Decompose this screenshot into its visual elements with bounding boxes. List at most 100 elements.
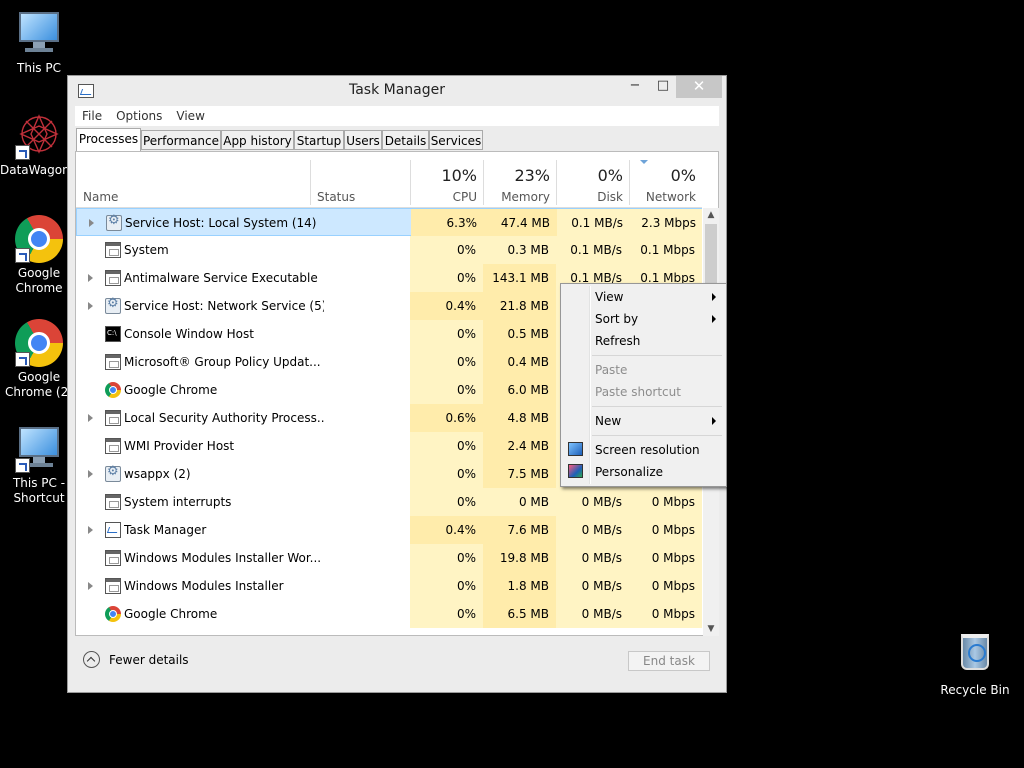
process-row[interactable]: Task Manager 0.4% 7.6 MB 0 MB/s 0 Mbps <box>76 516 702 544</box>
process-net-cell: 0 Mbps <box>629 516 702 544</box>
column-header-cpu[interactable]: 10% CPU <box>410 152 483 207</box>
process-cpu-cell: 0% <box>410 376 483 404</box>
process-disk-cell: 0 MB/s <box>556 488 629 516</box>
window-icon <box>105 242 121 258</box>
expand-arrow-icon[interactable] <box>88 302 93 310</box>
process-cpu-cell: 0% <box>410 572 483 600</box>
process-row[interactable]: System 0% 0.3 MB 0.1 MB/s 0.1 Mbps <box>76 236 702 264</box>
scroll-down-icon[interactable]: ▼ <box>703 622 719 636</box>
menu-file[interactable]: File <box>75 106 109 126</box>
menu-view[interactable]: View <box>169 106 211 126</box>
footer-bar: Fewer details End task <box>75 644 719 678</box>
expand-arrow-icon[interactable] <box>89 219 94 227</box>
gear-icon <box>105 296 121 314</box>
column-header-disk-label: Disk <box>597 190 623 204</box>
desktop-icon-label: This PC <box>17 61 61 75</box>
tab-details[interactable]: Details <box>382 130 429 150</box>
process-name-cell: Google Chrome <box>124 383 218 397</box>
process-name-cell: Google Chrome <box>124 607 218 621</box>
process-row[interactable]: System interrupts 0% 0 MB 0 MB/s 0 Mbps <box>76 488 702 516</box>
scrollbar-thumb[interactable] <box>705 224 717 286</box>
process-disk-cell: 0 MB/s <box>556 600 629 628</box>
menu-item-paste: Paste <box>563 359 724 381</box>
tab-processes[interactable]: Processes <box>76 128 141 152</box>
expand-arrow-icon[interactable] <box>88 470 93 478</box>
tab-users[interactable]: Users <box>344 130 382 150</box>
process-mem-cell: 0.5 MB <box>483 320 556 348</box>
tab-performance[interactable]: Performance <box>141 130 221 150</box>
menu-item-label: New <box>595 414 622 428</box>
process-row[interactable]: Service Host: Local System (14) 6.3%47.4 … <box>76 208 702 237</box>
column-header-status[interactable]: Status <box>310 152 410 207</box>
desktop-icon-this-pc[interactable]: This PC <box>0 10 78 76</box>
close-button[interactable]: ✕ <box>676 76 722 98</box>
process-row[interactable]: Windows Modules Installer Wor... 0% 19.8 M… <box>76 544 702 572</box>
tab-startup[interactable]: Startup <box>294 130 344 150</box>
desktop-icon-label: Recycle Bin <box>940 683 1010 697</box>
process-mem-cell: 7.6 MB <box>483 516 556 544</box>
process-cpu-cell: 0.4% <box>410 292 483 320</box>
process-cpu-cell: 0% <box>410 460 483 488</box>
fewer-details-label: Fewer details <box>109 653 189 667</box>
tab-services[interactable]: Services <box>429 130 483 150</box>
end-task-button[interactable]: End task <box>628 651 710 671</box>
expand-arrow-icon[interactable] <box>88 526 93 534</box>
column-header-network[interactable]: 0% Network <box>629 152 702 207</box>
title-bar[interactable]: Task Manager − □ ✕ <box>68 76 726 106</box>
desktop-icon-label: Google Chrome (2) <box>5 370 73 399</box>
computer-icon <box>15 10 63 58</box>
process-name-cell: Antimalware Service Executable <box>124 271 318 285</box>
menu-item-new[interactable]: New <box>563 410 724 432</box>
column-header-cpu-label: CPU <box>452 190 477 204</box>
process-net-cell: 2.3 Mbps <box>630 209 702 237</box>
process-row[interactable]: Windows Modules Installer 0% 1.8 MB 0 MB/s 0… <box>76 572 702 600</box>
desktop-icon-recycle-bin[interactable]: Recycle Bin <box>936 632 1014 698</box>
process-mem-cell: 143.1 MB <box>483 264 556 292</box>
desktop-context-menu: View Sort by Refresh Paste Paste shortcu… <box>560 283 727 487</box>
menu-item-refresh[interactable]: Refresh <box>563 330 724 352</box>
display-icon <box>568 442 583 456</box>
scroll-up-icon[interactable]: ▲ <box>703 208 719 222</box>
expand-arrow-icon[interactable] <box>88 414 93 422</box>
process-name-cell: wsappx (2) <box>124 467 191 481</box>
gear-icon <box>105 464 121 482</box>
minimize-button[interactable]: − <box>622 76 648 98</box>
network-total-percent: 0% <box>670 166 696 185</box>
process-name-cell: Task Manager <box>124 523 207 537</box>
menu-separator <box>592 355 722 356</box>
process-name-cell: Service Host: Network Service (5) <box>124 299 324 313</box>
process-mem-cell: 1.8 MB <box>483 572 556 600</box>
menu-separator <box>592 406 722 407</box>
menu-item-label: Paste shortcut <box>595 385 681 399</box>
process-cpu-cell: 0% <box>410 600 483 628</box>
process-name-cell: Console Window Host <box>124 327 254 341</box>
expand-arrow-icon[interactable] <box>88 582 93 590</box>
menu-item-personalize[interactable]: Personalize <box>563 461 724 483</box>
tab-app-history[interactable]: App history <box>221 130 294 150</box>
process-cpu-cell: 0% <box>410 544 483 572</box>
column-header-memory[interactable]: 23% Memory <box>483 152 556 207</box>
datawagon-icon <box>15 112 63 160</box>
menu-item-screen-resolution[interactable]: Screen resolution <box>563 439 724 461</box>
process-name-cell: Windows Modules Installer <box>124 579 284 593</box>
computer-icon <box>15 425 63 473</box>
menu-options[interactable]: Options <box>109 106 169 126</box>
expand-arrow-icon[interactable] <box>88 274 93 282</box>
process-net-cell: 0 Mbps <box>629 572 702 600</box>
maximize-button[interactable]: □ <box>650 76 676 98</box>
column-header-name[interactable]: Name <box>76 152 310 207</box>
menu-separator <box>592 435 722 436</box>
menu-item-label: Screen resolution <box>595 443 700 457</box>
process-mem-cell: 2.4 MB <box>483 432 556 460</box>
column-header-disk[interactable]: 0% Disk <box>556 152 629 207</box>
process-name-cell: Local Security Authority Process... <box>124 411 324 425</box>
process-cpu-cell: 0% <box>410 488 483 516</box>
menu-item-view[interactable]: View <box>563 286 724 308</box>
window-icon <box>105 438 121 454</box>
chrome-icon <box>105 606 121 622</box>
process-mem-cell: 21.8 MB <box>483 292 556 320</box>
menu-item-sort-by[interactable]: Sort by <box>563 308 724 330</box>
process-row[interactable]: Google Chrome 0% 6.5 MB 0 MB/s 0 Mbps <box>76 600 702 628</box>
process-net-cell: 0 Mbps <box>629 544 702 572</box>
window-icon <box>105 410 121 426</box>
